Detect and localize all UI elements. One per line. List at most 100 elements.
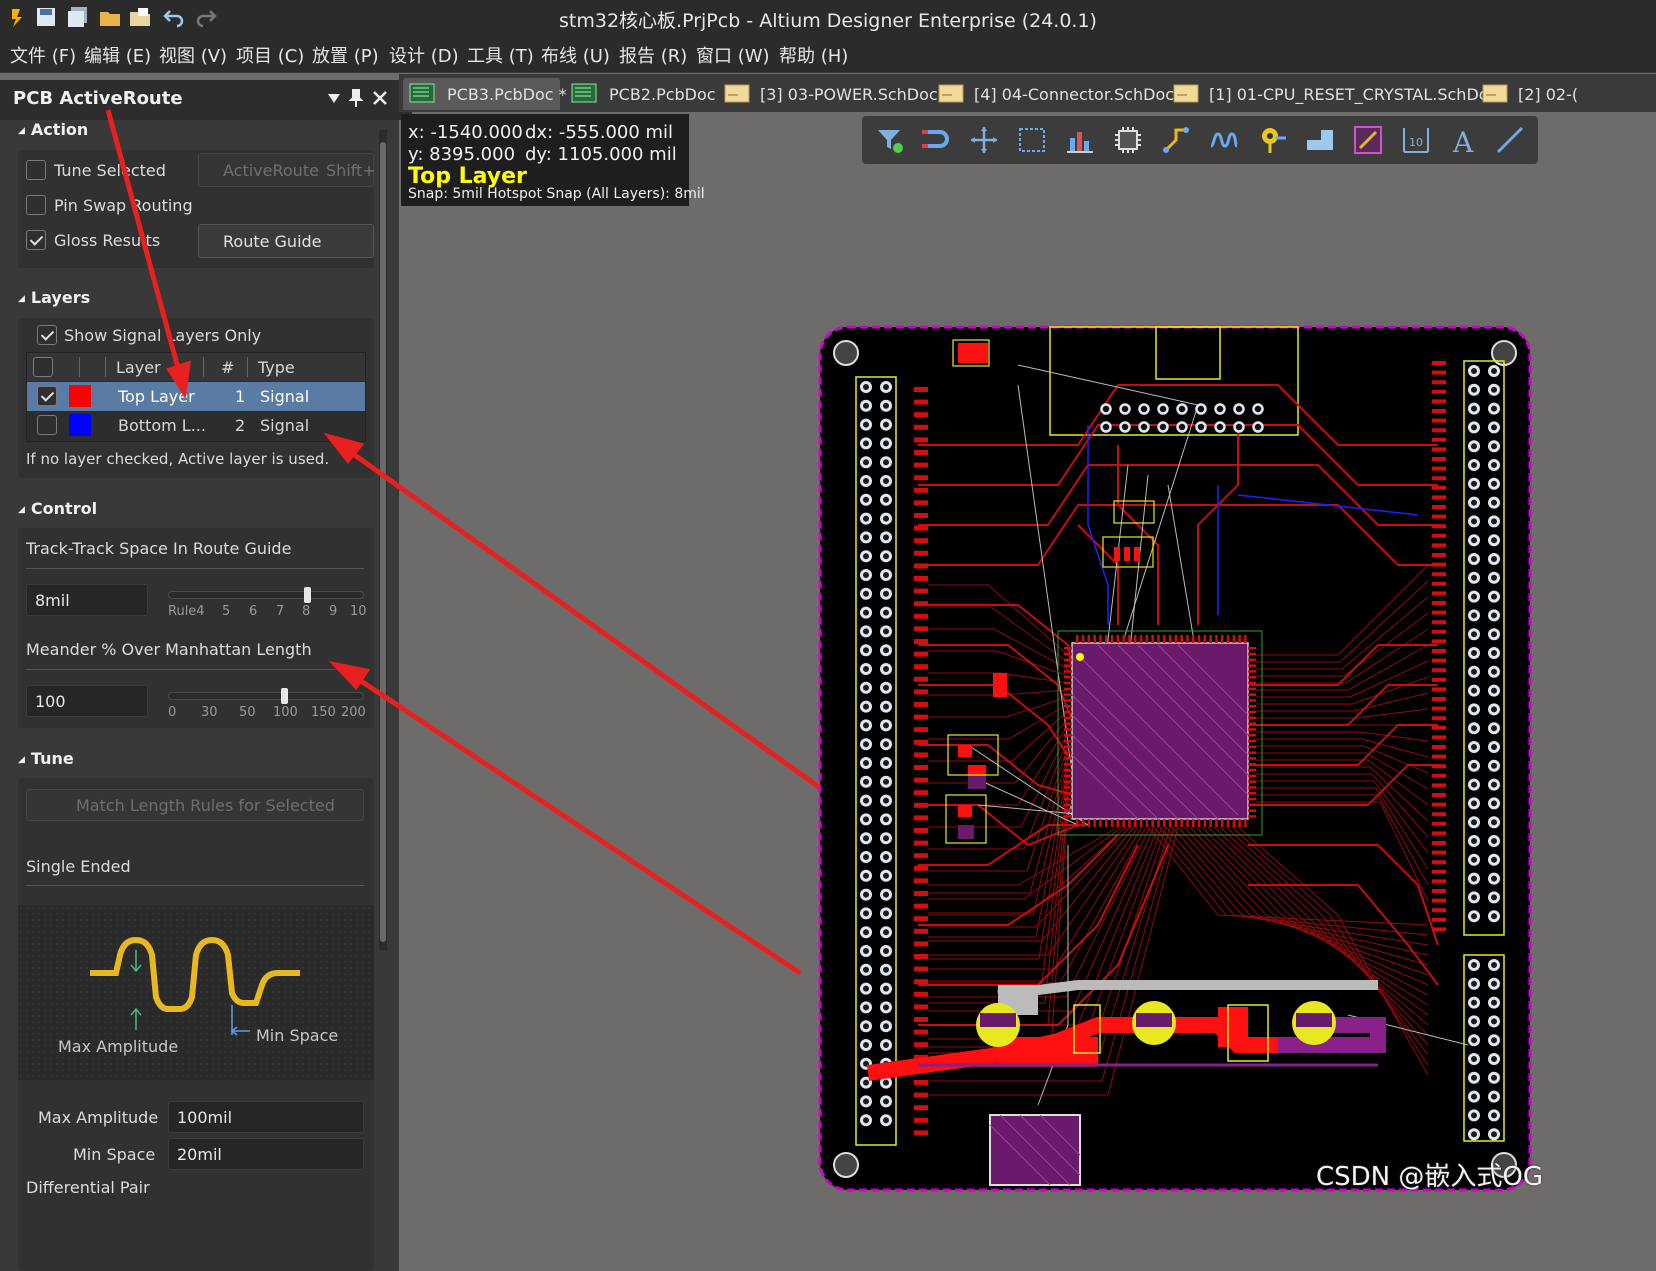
match-length-button[interactable]: Match Length Rules for Selected (26, 789, 364, 821)
header-pin (1468, 515, 1480, 528)
header-pin (1488, 459, 1500, 471)
smd-pad (914, 790, 928, 796)
filter-icon[interactable] (874, 124, 906, 156)
menu-view[interactable]: 视图 (V) (159, 42, 227, 68)
layer-row-checkbox[interactable] (37, 386, 57, 406)
tab-label: [4] 04-Connector.SchDoc (974, 85, 1175, 104)
tab-power-sch[interactable]: [3] 03-POWER.SchDoc (718, 78, 938, 110)
section-control[interactable]: Control (18, 499, 97, 518)
max-amplitude-input[interactable]: 100mil (168, 1101, 364, 1133)
header-pin (860, 926, 872, 939)
layer-row-checkbox[interactable] (37, 415, 57, 435)
ic-pin (1064, 803, 1072, 807)
ic-pin (1168, 819, 1172, 827)
pin-swap-checkbox[interactable] (26, 195, 46, 215)
scrollbar-thumb[interactable] (380, 142, 386, 942)
layer-color-swatch[interactable] (69, 385, 91, 407)
text-icon[interactable]: A (1448, 124, 1480, 156)
menu-project[interactable]: 项目 (C) (236, 42, 304, 68)
track-icon[interactable] (1352, 124, 1384, 156)
pin-icon[interactable] (348, 88, 364, 108)
meander-slider-thumb[interactable] (281, 688, 289, 704)
min-space-input[interactable]: 20mil (168, 1138, 364, 1170)
pcb-doc-icon (409, 83, 435, 103)
activeroute-button[interactable]: ActiveRoute Shift+ (198, 153, 376, 187)
meander-input[interactable]: 100 (26, 685, 148, 717)
tab-sch-2[interactable]: [2] 02-( (1476, 78, 1656, 110)
smd-pad (914, 676, 928, 682)
divider (26, 568, 364, 569)
track-space-slider[interactable] (168, 591, 364, 599)
ic-pin (1151, 635, 1154, 643)
smd-pad (1432, 908, 1446, 913)
interactive-route-icon[interactable] (920, 124, 952, 156)
section-layers[interactable]: Layers (18, 288, 90, 307)
header-pin (1488, 722, 1500, 735)
meander-slider[interactable] (168, 692, 364, 700)
tab-label: [2] 02-( (1518, 85, 1579, 104)
cross-probe-icon[interactable] (968, 124, 1000, 156)
menu-reports[interactable]: 报告 (R) (619, 42, 687, 68)
tab-label: PCB3.PcbDoc * (447, 85, 567, 104)
diff-pair-icon[interactable] (1208, 124, 1240, 156)
track-tick: 5 (222, 604, 231, 619)
tab-pcb2[interactable]: PCB2.PcbDoc (565, 78, 716, 110)
menu-window[interactable]: 窗口 (W) (696, 42, 770, 68)
chart-icon[interactable] (1064, 124, 1096, 156)
menu-edit[interactable]: 编辑 (E) (84, 42, 151, 68)
section-tune[interactable]: Tune (18, 749, 74, 768)
layer-type: Signal (260, 387, 310, 406)
menu-file[interactable]: 文件 (F) (10, 42, 76, 68)
header-pin (860, 437, 872, 450)
polygon-icon[interactable] (1304, 124, 1336, 156)
gloss-results-checkbox[interactable] (26, 230, 46, 250)
route-guide-button[interactable]: Route Guide (198, 224, 374, 258)
ic-pin (1110, 635, 1114, 643)
tab-cpu-sch[interactable]: [1] 01-CPU_RESET_CRYSTAL.SchDoc (1167, 78, 1497, 110)
show-signal-only-checkbox[interactable] (37, 325, 57, 345)
menu-tools[interactable]: 工具 (T) (467, 42, 534, 68)
header-pin (1488, 515, 1500, 528)
ic-pin (1221, 635, 1224, 643)
header-pin (1488, 590, 1500, 603)
layer-color-swatch[interactable] (69, 414, 91, 436)
menu-design[interactable]: 设计 (D) (389, 42, 459, 68)
panel-scrollbar[interactable] (379, 130, 387, 950)
menu-route[interactable]: 布线 (U) (541, 42, 610, 68)
menu-help[interactable]: 帮助 (H) (779, 42, 848, 68)
select-rect-icon[interactable] (1016, 124, 1048, 156)
component-icon[interactable] (1112, 124, 1144, 156)
header-pin (1488, 365, 1500, 377)
tab-connector-sch[interactable]: [4] 04-Connector.SchDoc (932, 78, 1174, 110)
close-icon[interactable] (372, 90, 388, 106)
col-type[interactable]: Type (258, 358, 295, 377)
tab-pcb3[interactable]: PCB3.PcbDoc * (403, 78, 567, 110)
panel-menu-icon[interactable] (326, 90, 342, 106)
header-pin (1488, 741, 1500, 753)
dimension-icon[interactable]: 10 (1400, 124, 1432, 156)
header-pin (880, 531, 892, 544)
header-pin (860, 644, 872, 657)
section-action[interactable]: Action (18, 120, 88, 139)
tune-selected-checkbox[interactable] (26, 160, 46, 180)
connector-pin (1195, 403, 1207, 415)
smd-pad (1432, 687, 1446, 692)
track-space-slider-thumb[interactable] (304, 587, 312, 603)
layer-row-bottom[interactable]: Bottom L... 2 Signal (27, 411, 365, 440)
track-tick: 6 (249, 604, 258, 619)
route-icon[interactable] (1160, 124, 1192, 156)
menu-place[interactable]: 放置 (P) (312, 42, 379, 68)
smd-pad (1432, 524, 1446, 529)
col-layer[interactable]: Layer (116, 358, 161, 377)
pcb-board[interactable] (818, 325, 1532, 1192)
ic-pin (1192, 635, 1195, 643)
layer-row-top[interactable]: Top Layer 1 Signal (27, 382, 365, 411)
header-pin (860, 869, 872, 882)
line-icon[interactable] (1494, 124, 1526, 156)
ic-pin (1064, 647, 1072, 650)
col-number[interactable]: # (221, 358, 234, 377)
track-space-input[interactable]: 8mil (26, 584, 148, 616)
via-icon[interactable] (1256, 124, 1288, 156)
layer-table-header: Layer # Type (27, 353, 365, 381)
select-all-layers-checkbox[interactable] (33, 357, 53, 377)
